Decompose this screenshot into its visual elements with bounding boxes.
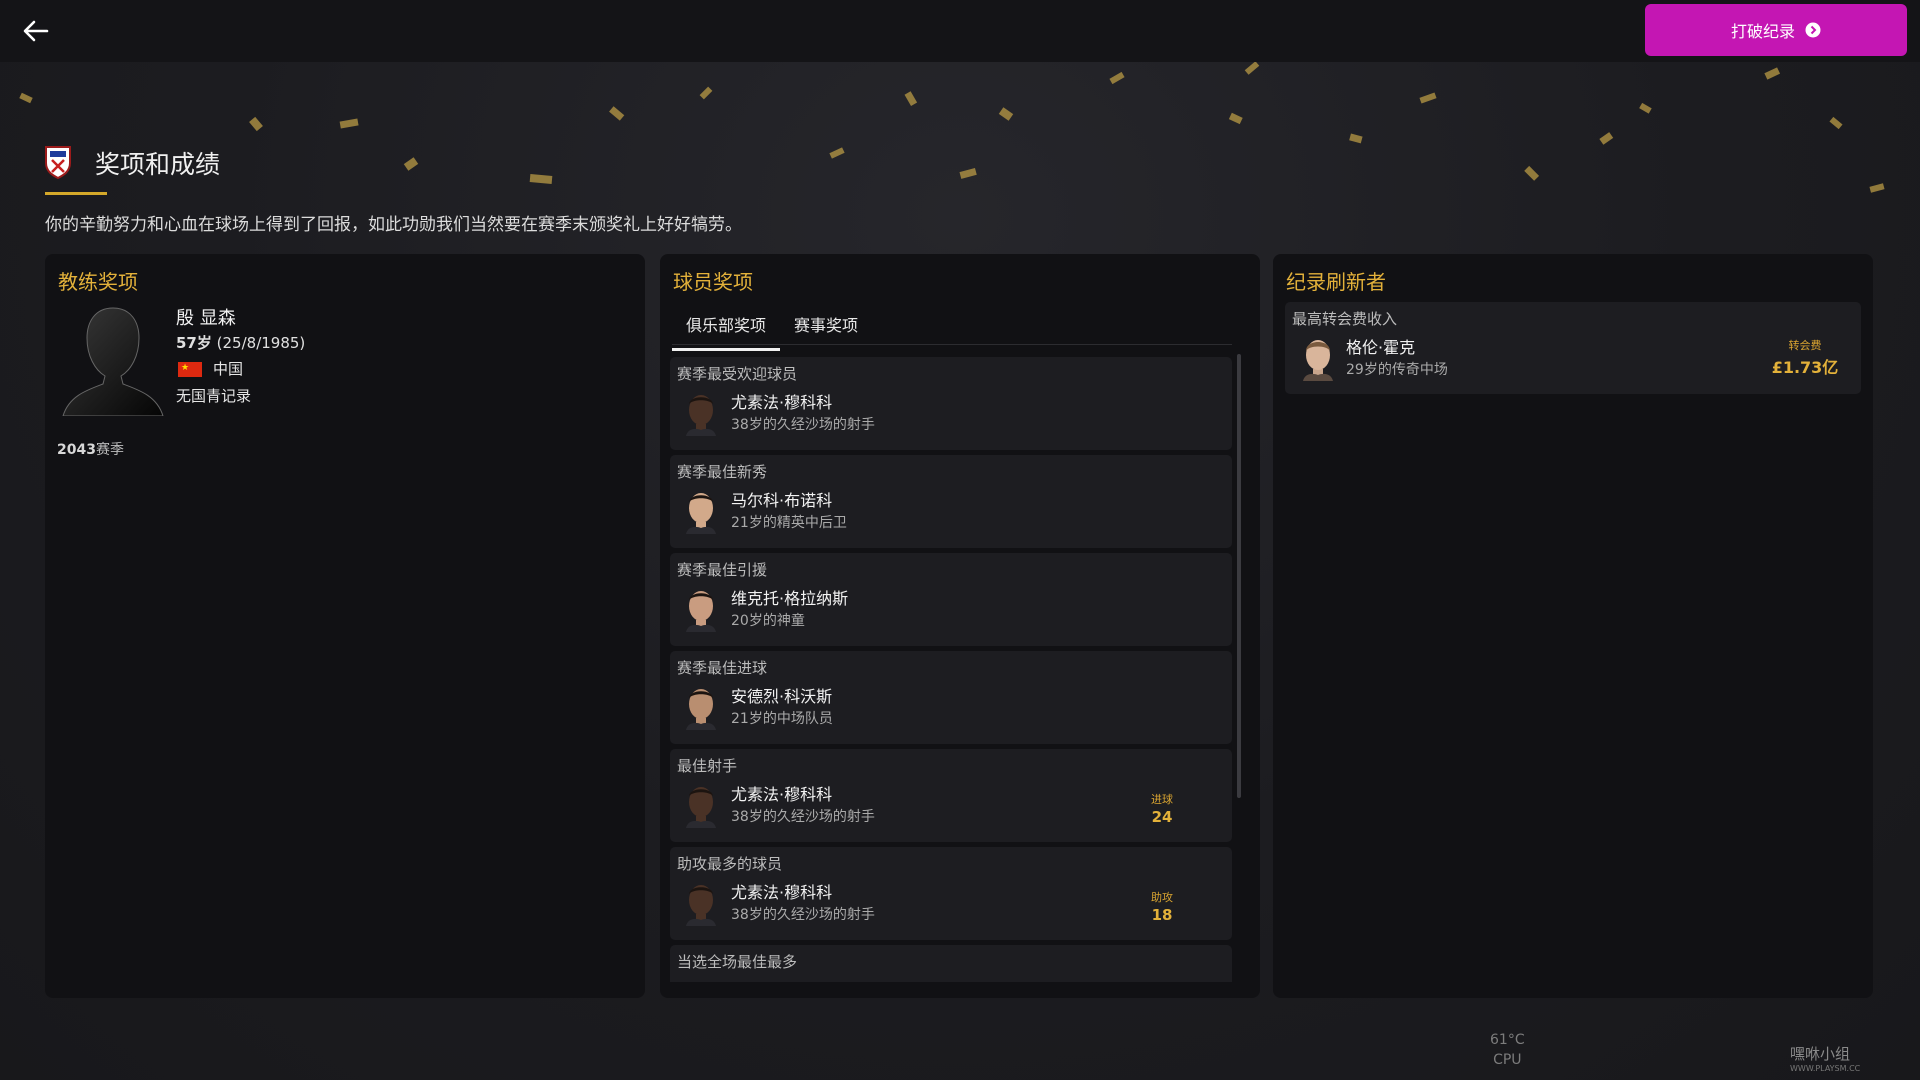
award-tabs: 俱乐部奖项 赛事奖项 — [672, 312, 872, 351]
records-panel-title: 纪录刷新者 — [1286, 270, 1386, 294]
award-card[interactable]: 赛季最佳引援维克托·格拉纳斯 20岁的神童 — [670, 553, 1232, 646]
award-player-desc: 38岁的久经沙场的射手 — [731, 809, 875, 825]
award-player-name: 尤素法·穆科科 — [731, 977, 832, 982]
award-title: 当选全场最佳最多 — [677, 953, 798, 971]
tab-competition-awards[interactable]: 赛事奖项 — [780, 312, 872, 351]
award-list[interactable]: 赛季最受欢迎球员 尤素法·穆科科 38岁的久经沙场的射手 赛季最佳新秀 马尔科·布诺科 2… — [670, 357, 1232, 982]
club-crest-icon — [45, 146, 71, 179]
award-card[interactable]: 当选全场最佳最多尤素法·穆科科全场最佳次数 — [670, 945, 1232, 982]
award-player-name: 维克托·格拉纳斯 — [731, 589, 849, 608]
tab-divider — [672, 344, 1232, 345]
award-card[interactable]: 赛季最受欢迎球员尤素法·穆科科 38岁的久经沙场的射手 — [670, 357, 1232, 450]
coach-age: 57岁 (25/8/1985) — [176, 332, 305, 353]
season-suffix: 赛季 — [95, 442, 124, 458]
page-subtitle: 你的辛勤努力和心血在球场上得到了回报，如此功勋我们当然要在赛季末颁奖礼上好好犒劳… — [45, 215, 742, 235]
award-player-name: 尤素法·穆科科 — [731, 883, 833, 902]
player-face-icon — [1303, 340, 1333, 381]
coach-age-years: 57岁 — [176, 334, 212, 352]
back-button[interactable] — [18, 13, 54, 49]
award-list-scrollbar[interactable] — [1237, 354, 1241, 798]
season-year: 2043 — [57, 442, 96, 458]
award-stat-value: 24 — [1151, 808, 1173, 826]
award-title: 赛季最佳进球 — [677, 659, 768, 677]
chevron-right-circle-icon — [1805, 22, 1821, 38]
player-panel-title: 球员奖项 — [673, 270, 753, 294]
player-face-icon — [682, 978, 720, 982]
break-record-label: 打破纪录 — [1730, 22, 1795, 41]
award-card[interactable]: 最佳射手尤素法·穆科科 38岁的久经沙场的射手 进球 24 — [670, 749, 1232, 842]
award-card[interactable]: 赛季最佳新秀马尔科·布诺科 21岁的精英中后卫 — [670, 455, 1232, 548]
award-player-desc: 38岁的久经沙场的射手 — [731, 907, 875, 923]
arrow-left-icon — [23, 20, 49, 42]
player-face-icon — [686, 689, 716, 730]
award-stat-label: 助攻 — [1151, 891, 1173, 904]
player-face-icon — [686, 885, 716, 926]
watermark-text: 嘿咻小组 — [1790, 1045, 1851, 1063]
coach-season: 2043赛季 — [57, 439, 124, 459]
coach-panel-title: 教练奖项 — [58, 270, 138, 294]
award-title: 最佳射手 — [677, 757, 738, 775]
record-stat-value: £1.73亿 — [1771, 358, 1839, 377]
award-player-name: 尤素法·穆科科 — [731, 393, 833, 412]
top-bar: 打破纪录 — [0, 0, 1920, 62]
break-record-button[interactable]: 打破纪录 — [1645, 4, 1907, 56]
award-player-name: 安德烈·科沃斯 — [731, 687, 833, 706]
player-face-icon — [686, 493, 716, 534]
award-title: 助攻最多的球员 — [677, 855, 783, 873]
cpu-label: CPU — [1493, 1052, 1522, 1068]
record-title: 最高转会费收入 — [1292, 310, 1398, 328]
player-face-icon — [686, 395, 716, 436]
cpu-temperature-readout: 61°C CPU — [1490, 1030, 1525, 1070]
award-player-name: 尤素法·穆科科 — [731, 785, 833, 804]
page-title: 奖项和成绩 — [95, 150, 221, 179]
award-title: 赛季最佳引援 — [677, 561, 768, 579]
award-title: 赛季最佳新秀 — [677, 463, 768, 481]
record-stat-label: 转会费 — [1788, 339, 1822, 352]
coach-birthdate: (25/8/1985) — [216, 334, 306, 352]
player-awards-panel: 球员奖项 俱乐部奖项 赛事奖项 赛季最受欢迎球员尤素法·穆科科 38岁的久经沙场的… — [660, 254, 1260, 998]
player-face-icon — [686, 787, 716, 828]
record-breakers-panel: 纪录刷新者 最高转会费收入 格伦·霍克 29岁的传奇中场 转会费 £1.73亿 — [1273, 254, 1873, 998]
award-stat-label: 进球 — [1151, 793, 1173, 806]
award-card[interactable]: 赛季最佳进球安德烈·科沃斯 21岁的中场队员 — [670, 651, 1232, 744]
award-player-name: 马尔科·布诺科 — [731, 491, 833, 510]
record-player-name: 格伦·霍克 — [1346, 338, 1416, 357]
coach-nation: 中国 — [213, 360, 244, 378]
coach-name: 殷 显森 — [176, 308, 236, 329]
title-underline — [45, 192, 107, 195]
award-player-desc: 38岁的久经沙场的射手 — [731, 417, 875, 433]
award-stat-value: 18 — [1151, 906, 1173, 924]
award-title: 赛季最受欢迎球员 — [677, 365, 798, 383]
china-flag-icon: ★ — [178, 362, 202, 377]
award-player-desc: 20岁的神童 — [731, 613, 805, 629]
watermark-sub: WWW.PLAYSM.CC — [1790, 1064, 1861, 1073]
award-player-desc: 21岁的中场队员 — [731, 711, 833, 727]
cpu-temp: 61°C — [1490, 1032, 1525, 1048]
coach-silhouette-avatar — [62, 307, 164, 416]
award-player-desc: 21岁的精英中后卫 — [731, 515, 847, 531]
record-player-desc: 29岁的传奇中场 — [1346, 362, 1448, 378]
coach-youth-record: 无国青记录 — [176, 387, 252, 405]
tab-club-awards[interactable]: 俱乐部奖项 — [672, 312, 781, 351]
player-face-icon — [686, 591, 716, 632]
record-card[interactable]: 最高转会费收入 格伦·霍克 29岁的传奇中场 转会费 £1.73亿 — [1285, 302, 1861, 394]
award-card[interactable]: 助攻最多的球员尤素法·穆科科 38岁的久经沙场的射手 助攻 18 — [670, 847, 1232, 940]
watermark-logo: 嘿咻小组 WWW.PLAYSM.CC — [1790, 1043, 1910, 1073]
coach-awards-panel: 教练奖项 殷 显森 57岁 (25/8/1985) ★ 中国 无国青记录 204… — [45, 254, 645, 998]
